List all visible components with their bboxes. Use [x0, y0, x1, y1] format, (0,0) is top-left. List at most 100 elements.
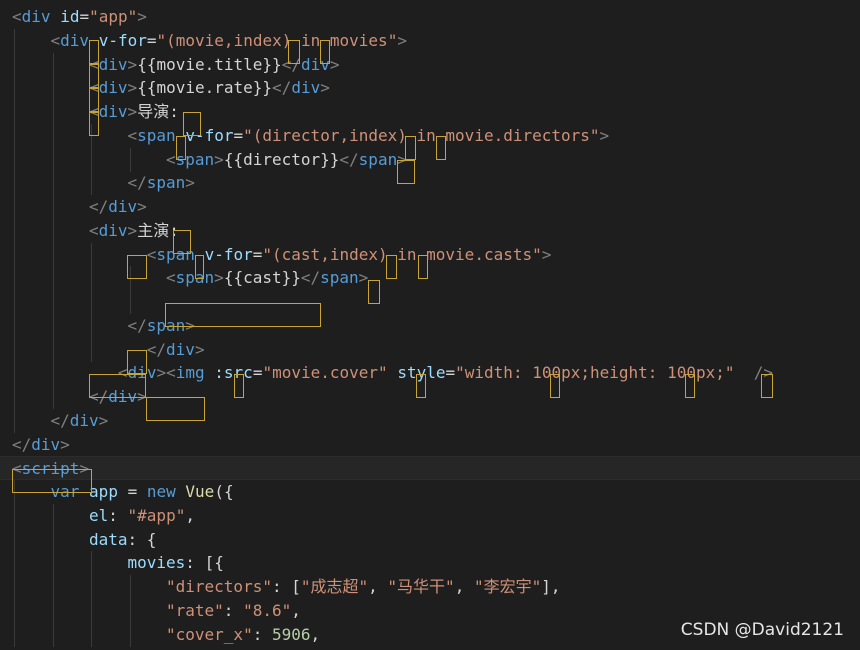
code-line[interactable]: </span>	[0, 313, 860, 338]
code-token: : [{	[185, 553, 224, 573]
code-line[interactable]: </div>	[0, 195, 860, 219]
code-line[interactable]: </div>	[0, 337, 860, 362]
indent-guide	[91, 123, 92, 148]
code-token: div	[98, 54, 128, 74]
code-token: span	[320, 268, 359, 288]
code-token: >	[358, 268, 369, 288]
code-line[interactable]: </div>	[0, 433, 860, 457]
code-text: <script>	[12, 457, 89, 481]
code-token: id	[60, 7, 80, 26]
indent-guide	[52, 147, 54, 172]
code-line[interactable]: <div id="app">	[0, 5, 860, 29]
code-line[interactable]: </span>	[0, 171, 860, 196]
code-text: <span v-for="(director,index) in movie.d…	[128, 124, 610, 148]
indent-guide	[52, 242, 54, 267]
code-token: >	[127, 78, 138, 98]
indent-guide	[14, 123, 15, 148]
code-line[interactable]: el: "#app",	[0, 503, 860, 528]
code-text: </div>	[128, 338, 205, 362]
indent-guide	[14, 242, 15, 267]
code-token: {{movie.rate}}	[137, 78, 273, 98]
code-token: <	[89, 78, 99, 98]
code-text: </div>	[89, 385, 147, 409]
indent-guide	[52, 266, 54, 291]
code-token: =	[445, 363, 456, 383]
code-text: <div>{{movie.rate}}</div>	[89, 76, 330, 100]
indent-guide	[14, 598, 15, 623]
code-token: span	[146, 315, 186, 335]
code-line[interactable]	[0, 290, 860, 314]
code-line[interactable]: <span>{{cast}}</span>	[0, 266, 860, 291]
code-token: </	[12, 434, 32, 454]
code-token: style	[397, 363, 446, 383]
code-line[interactable]: <div>{{movie.title}}</div>	[0, 52, 860, 77]
code-line[interactable]: <span>{{director}}</span>	[0, 147, 860, 172]
code-token: div	[108, 197, 138, 216]
code-line[interactable]: </div>	[0, 408, 860, 433]
code-token: >	[156, 363, 167, 383]
code-token: "马华干"	[387, 577, 455, 596]
code-token: {{director}}	[223, 149, 340, 169]
code-token: "8.6"	[243, 600, 292, 620]
code-token: span	[358, 149, 398, 169]
code-line[interactable]: var app = new Vue({	[0, 480, 860, 504]
indent-guide	[14, 385, 15, 409]
code-token: span	[137, 125, 176, 145]
code-token: <	[12, 459, 22, 479]
code-token: div	[127, 363, 157, 383]
code-line[interactable]: <div>导演:	[0, 100, 860, 124]
indent-guide	[129, 622, 131, 647]
indent-guide	[14, 171, 15, 196]
code-line[interactable]: <script>	[0, 456, 860, 481]
code-token: >	[127, 220, 138, 240]
code-token: "movie.cover"	[262, 363, 388, 383]
code-token: 导演:	[137, 102, 179, 121]
indent-guide	[14, 622, 15, 647]
code-editor[interactable]: <div id="app"> <div v-for="(movie,index) …	[0, 0, 860, 650]
watermark: CSDN @David2121	[680, 620, 844, 640]
code-token: span	[175, 268, 215, 288]
code-text: <div>{{movie.title}}</div>	[89, 53, 340, 77]
code-line[interactable]: <div><img :src="movie.cover" style="widt…	[0, 361, 860, 386]
code-token: >	[185, 315, 195, 335]
code-token: </	[300, 268, 321, 288]
code-token: </	[127, 315, 147, 335]
code-token: <	[166, 149, 176, 169]
code-token: 5906	[271, 624, 311, 644]
code-token: ({	[214, 482, 234, 501]
code-token: </	[146, 339, 167, 359]
indent-guide	[14, 147, 15, 172]
code-text: <div v-for="(movie,index) in movies">	[51, 29, 407, 53]
code-token: =	[252, 363, 263, 383]
indent-guide	[14, 195, 15, 219]
indent-guide	[91, 147, 92, 172]
code-line[interactable]: <div>主演:	[0, 218, 860, 243]
code-token: =	[146, 30, 157, 50]
indent-guide	[91, 242, 92, 267]
code-line[interactable]: data: {	[0, 527, 860, 552]
code-token: >	[137, 387, 147, 406]
code-line[interactable]: movies: [{	[0, 551, 860, 576]
code-line[interactable]: <div>{{movie.rate}}</div>	[0, 76, 860, 101]
indent-guide	[14, 575, 15, 599]
code-token: >	[137, 197, 147, 216]
code-line[interactable]: "directors": ["成志超", "马华干", "李宏宇"],	[0, 575, 860, 599]
code-line[interactable]: <div v-for="(movie,index) in movies">	[0, 28, 860, 53]
indent-guide	[14, 361, 15, 386]
code-token: img	[175, 363, 205, 383]
indent-guide	[52, 337, 54, 362]
code-token: <	[127, 125, 138, 145]
code-token: "rate"	[166, 600, 224, 620]
code-token: >	[329, 54, 340, 74]
code-token: <	[166, 363, 176, 383]
code-line[interactable]: <span v-for="(director,index) in movie.d…	[0, 123, 860, 148]
indent-guide	[91, 290, 92, 314]
code-text: movies: [{	[128, 551, 224, 575]
code-token: div	[98, 78, 128, 98]
code-token: 主演:	[137, 220, 179, 240]
code-line[interactable]: </div>	[0, 385, 860, 409]
code-token: </	[339, 149, 359, 169]
code-line[interactable]: <span v-for="(cast,index) in movie.casts…	[0, 242, 860, 267]
